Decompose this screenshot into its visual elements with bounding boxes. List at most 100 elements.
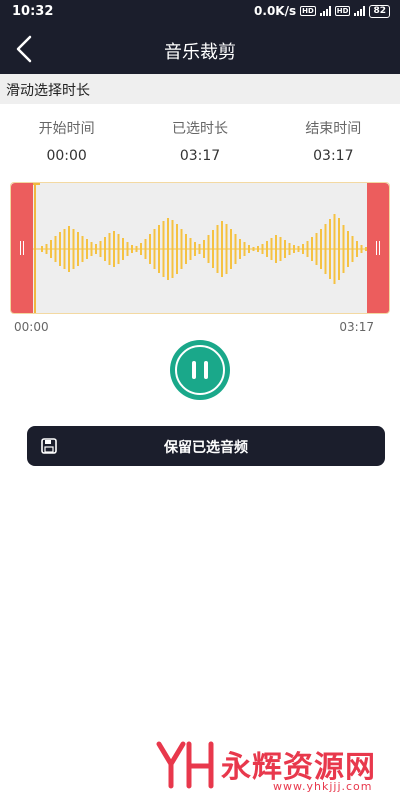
waveform-bar [54,236,57,262]
right-trim-handle[interactable] [367,183,389,313]
waveform-bar [117,234,120,264]
selected-duration-label: 已选时长 [171,121,228,137]
waveform-bar [239,239,241,259]
waveform-bar [225,224,228,274]
waveform-bar [270,238,273,260]
waveform-bar [347,231,349,267]
save-button-label: 保留已选音频 [164,440,248,456]
waveform-bar [261,244,264,254]
waveform-bar [203,240,205,258]
hd-icon-2: HD [334,6,351,16]
waveform-bar [212,230,214,268]
waveform-bar [356,241,358,257]
status-icons: 0.0K/s HD HD 82 [254,4,390,18]
selected-duration-info: 已选时长 03:17 [133,118,266,164]
waveform-bar [248,245,250,253]
grip-icon [18,241,26,255]
waveform-bar [243,242,246,256]
pause-bar-left [192,361,196,379]
waveform-bar [221,221,223,277]
start-time-value: 00:00 [46,148,87,164]
waveform-selector[interactable] [10,182,390,314]
waveform-bar [140,243,142,255]
waveform-bar [86,239,88,259]
waveform-bar [333,214,336,284]
pause-icon [175,345,225,395]
waveform-bar [158,225,160,273]
pause-bar-right [204,361,208,379]
waveform-bar [104,237,106,261]
waveform-start-time: 00:00 [14,320,49,334]
waveform-bar [90,242,93,256]
waveform-bar [153,229,156,269]
pause-button[interactable] [170,340,230,400]
waveform-bar [180,229,183,269]
waveform-bar [131,245,133,253]
waveform-bar [279,237,282,261]
waveform-bar [198,244,201,254]
waveform-bar [50,240,52,258]
waveform-bar [338,218,340,280]
waveform-bar [108,233,111,265]
watermark-url: www.yhkjjj.com [273,780,373,793]
waveform-bar [351,236,354,262]
signal-icon-2 [354,6,366,16]
start-time-label: 开始时间 [38,121,95,137]
waveform-bar [311,237,313,261]
waveform-bar [135,246,138,252]
waveform-bar [329,219,331,279]
waveform-bar [122,238,124,260]
waveform-bar [288,243,291,255]
waveform-bar [315,233,318,265]
waveform-bar [320,229,322,269]
waveform-bar [185,234,187,264]
app-header: 音乐裁剪 [0,24,400,74]
waveform-bar [63,229,66,269]
status-bar: 10:32 0.0K/s HD HD 82 [0,0,400,24]
waveform-bar [72,229,75,269]
waveform-bar [126,242,129,256]
waveform-bar [77,232,79,266]
playhead-line [34,183,36,313]
left-trim-handle[interactable] [11,183,33,313]
end-time-value: 03:17 [313,148,354,164]
waveform-bar [81,236,84,262]
selected-duration-value: 03:17 [179,148,221,164]
battery-icon: 82 [369,4,390,18]
waveform [33,214,369,284]
end-time-label: 结束时间 [305,121,362,137]
waveform-bar [171,220,174,278]
waveform-bar [68,226,70,272]
waveform-bar [194,242,196,256]
waveform-bar [207,235,210,263]
waveform-bar [216,225,219,273]
waveform-bar [293,245,295,253]
waveform-bar [113,231,115,267]
waveform-bar [252,247,255,251]
waveform-bar [306,241,309,257]
hd-icon: HD [300,6,316,16]
waveform-bar [275,235,277,263]
waveform-bar [176,224,178,274]
waveform-bar [99,241,102,257]
waveform-bar [230,229,232,269]
waveform-bar [162,221,165,277]
save-selected-audio-button[interactable]: 保留已选音频 [27,426,385,466]
end-time-info: 结束时间 03:17 [267,118,400,164]
waveform-bar [284,240,286,258]
waveform-bar [360,245,363,253]
brand-logo-icon [156,741,214,789]
time-info-row: 开始时间 00:00 已选时长 03:17 结束时间 03:17 [0,118,400,164]
network-speed: 0.0K/s [254,4,297,18]
watermark: 永辉资源网 www.yhkjjj.com [155,740,395,796]
waveform-bar [342,225,345,273]
waveform-bar [266,241,268,257]
start-time-info: 开始时间 00:00 [0,118,133,164]
page-title: 音乐裁剪 [164,42,236,63]
waveform-bar [144,239,147,259]
waveform-bar [167,218,169,280]
waveform-bar [45,244,48,254]
waveform-end-time: 03:17 [339,320,374,334]
hint-text: 滑动选择时长 [0,74,400,104]
waveform-bar [149,234,151,264]
